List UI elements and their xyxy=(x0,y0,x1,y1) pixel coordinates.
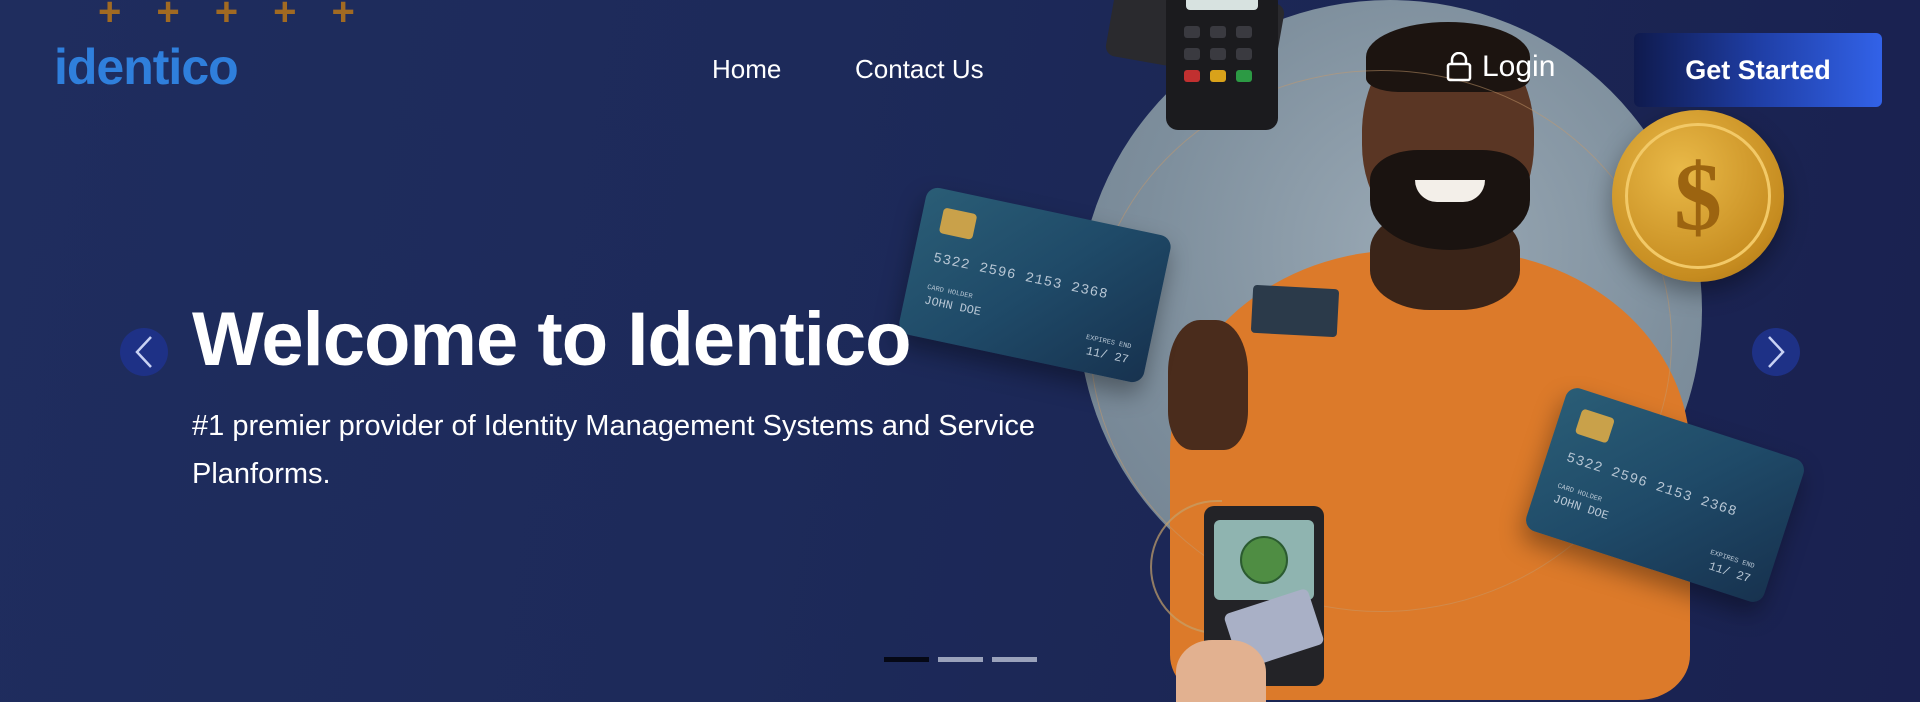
page-bottom-edge xyxy=(0,702,1920,720)
plus-icon: + xyxy=(331,0,355,34)
get-started-button[interactable]: Get Started xyxy=(1634,33,1882,107)
hero-title: Welcome to Identico xyxy=(192,297,912,382)
carousel-next-button[interactable] xyxy=(1752,328,1800,376)
hero-banner: + + + + + identico Home Contact Us 5322 … xyxy=(0,0,1920,702)
terminal-screen xyxy=(1186,0,1258,10)
hero-subtitle: #1 premier provider of Identity Manageme… xyxy=(192,410,1036,490)
keypad-key xyxy=(1184,70,1200,82)
logo[interactable]: identico xyxy=(54,38,239,96)
hand-arm xyxy=(1176,640,1266,702)
decorative-plus-row: + + + + + xyxy=(98,0,355,32)
lock-icon xyxy=(1446,52,1472,82)
nav-link-home[interactable]: Home xyxy=(712,54,781,85)
nav-link-contact[interactable]: Contact Us xyxy=(855,54,984,85)
check-icon xyxy=(1240,536,1288,584)
plus-icon: + xyxy=(98,0,122,34)
keypad-key xyxy=(1210,70,1226,82)
carousel-prev-button[interactable] xyxy=(120,328,168,376)
keypad-key xyxy=(1184,26,1200,38)
chevron-right-icon xyxy=(1768,336,1785,368)
card-chip-icon xyxy=(938,207,978,240)
dollar-coin-icon: $ xyxy=(1612,110,1784,282)
card-chip-icon xyxy=(1574,408,1616,444)
logo-text: identico xyxy=(54,39,239,95)
keypad-key xyxy=(1210,26,1226,38)
keypad-key xyxy=(1236,26,1252,38)
login-label: Login xyxy=(1482,50,1556,83)
login-link[interactable]: Login xyxy=(1446,50,1555,84)
plus-icon: + xyxy=(273,0,297,34)
keypad-key xyxy=(1236,48,1252,60)
carousel-dot-3[interactable] xyxy=(992,657,1037,662)
keypad-key xyxy=(1236,70,1252,82)
carousel-dot-1[interactable] xyxy=(884,657,929,662)
carousel-dot-2[interactable] xyxy=(938,657,983,662)
plus-icon: + xyxy=(214,0,239,34)
carousel-indicators xyxy=(884,657,1037,662)
plus-icon: + xyxy=(156,0,180,34)
keypad-key xyxy=(1184,48,1200,60)
terminal-screen xyxy=(1214,520,1314,600)
payment-terminal-keypad xyxy=(1166,0,1278,130)
chevron-left-icon xyxy=(135,336,152,368)
keypad-key xyxy=(1210,48,1226,60)
coin-symbol: $ xyxy=(1625,123,1771,269)
